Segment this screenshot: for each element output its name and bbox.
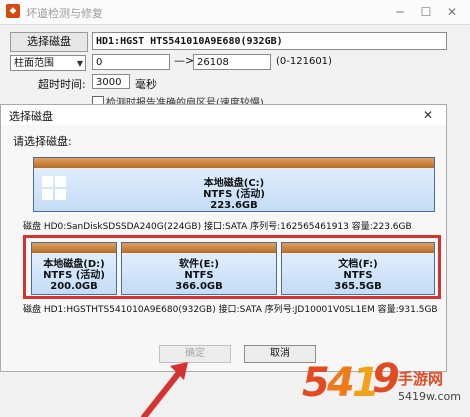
range-start-input[interactable]: 0 <box>92 54 170 70</box>
volume-header-bar <box>34 158 434 168</box>
dialog-titlebar: 选择磁盘 ✕ <box>1 105 446 125</box>
volume-name: 软件(E:) <box>179 259 219 270</box>
watermark-logo: 5 4 1 9 手游网 5419w.com <box>300 356 470 417</box>
range-mode-select[interactable]: 柱面范围 ▼ <box>10 55 86 71</box>
app-icon: ◆ <box>6 4 20 18</box>
volume-f[interactable]: 文档(F:) NTFS 365.5GB <box>281 242 435 295</box>
volume-name: 本地磁盘(D:) <box>43 259 105 270</box>
volume-label-block: 文档(F:) NTFS 365.5GB <box>282 259 434 292</box>
disk1-info: 磁盘 HD1:HGSTHTS541010A9E680(932GB) 接口:SAT… <box>23 305 438 315</box>
volume-size: 365.5GB <box>334 281 382 292</box>
volume-header-bar <box>32 243 116 253</box>
range-separator: —> <box>174 54 195 67</box>
select-disk-button[interactable]: 选择磁盘 <box>10 32 88 52</box>
volume-size: 200.0GB <box>50 281 98 292</box>
volume-name: 文档(F:) <box>338 259 378 270</box>
volume-label-block: 本地磁盘(D:) NTFS (活动) 200.0GB <box>32 259 116 292</box>
volume-filesystem: NTFS <box>343 270 373 281</box>
timeout-label: 超时时间: <box>38 78 86 91</box>
background-titlebar: ◆ 坏道检测与修复 ─ ☐ ✕ <box>0 0 470 25</box>
volume-c[interactable]: 本地磁盘(C:) NTFS (活动) 223.6GB <box>33 157 435 212</box>
selected-disk-display: HD1:HGST HTS541010A9E680(932GB) <box>92 32 447 50</box>
watermark-domain: 5419w.com <box>398 390 461 403</box>
volume-header-bar <box>122 243 276 253</box>
close-window-button[interactable]: ✕ <box>434 2 470 22</box>
volume-size: 366.0GB <box>175 281 223 292</box>
volume-filesystem: NTFS <box>184 270 214 281</box>
volume-filesystem: NTFS (活动) <box>43 270 105 281</box>
volume-name: 本地磁盘(C:) <box>203 178 265 189</box>
watermark-site: 手游网 <box>398 370 444 388</box>
select-disk-dialog: 选择磁盘 ✕ 请选择磁盘: 本地磁盘(C:) NTFS (活动) 223.6GB… <box>0 104 447 372</box>
timeout-unit: 毫秒 <box>135 78 157 91</box>
volume-label-block: 本地磁盘(C:) NTFS (活动) 223.6GB <box>34 178 434 211</box>
volume-label-block: 软件(E:) NTFS 366.0GB <box>122 259 276 292</box>
dialog-prompt: 请选择磁盘: <box>13 135 72 148</box>
dialog-close-button[interactable]: ✕ <box>417 106 439 124</box>
chevron-down-icon: ▼ <box>76 59 83 68</box>
range-end-input[interactable]: 26108 <box>193 54 271 70</box>
watermark-char: 4 <box>327 360 355 406</box>
timeout-input[interactable]: 3000 <box>92 74 130 89</box>
range-hint: (0-121601) <box>276 56 332 67</box>
volume-header-bar <box>282 243 434 253</box>
dialog-title: 选择磁盘 <box>9 110 53 123</box>
range-mode-value: 柱面范围 <box>14 58 54 69</box>
volume-d[interactable]: 本地磁盘(D:) NTFS (活动) 200.0GB <box>31 242 117 295</box>
watermark-char: 9 <box>372 356 400 402</box>
watermark-char: 5 <box>302 360 330 406</box>
volume-e[interactable]: 软件(E:) NTFS 366.0GB <box>121 242 277 295</box>
background-window-title: 坏道检测与修复 <box>26 7 103 20</box>
red-arrow-icon <box>141 362 188 417</box>
volume-size: 223.6GB <box>210 200 258 211</box>
disk0-info: 磁盘 HD0:SanDiskSDSSDA240G(224GB) 接口:SATA … <box>23 222 412 232</box>
volume-filesystem: NTFS (活动) <box>203 189 265 200</box>
